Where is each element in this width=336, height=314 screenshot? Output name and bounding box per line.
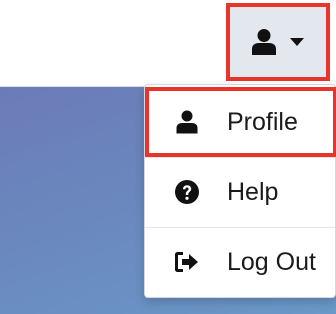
menu-item-label: Log Out xyxy=(227,247,316,276)
user-dropdown-menu: Profile Help Log Out xyxy=(144,84,336,298)
user-menu-toggle[interactable] xyxy=(226,3,330,81)
sign-out-icon xyxy=(173,250,201,274)
user-icon xyxy=(173,110,201,134)
menu-item-label: Help xyxy=(227,177,279,206)
menu-item-label: Profile xyxy=(227,107,298,136)
menu-item-logout[interactable]: Log Out xyxy=(145,227,336,297)
menu-item-help[interactable]: Help xyxy=(145,157,336,227)
question-circle-icon xyxy=(173,179,201,205)
user-icon xyxy=(251,28,277,56)
menu-item-profile[interactable]: Profile xyxy=(145,87,336,157)
caret-down-icon xyxy=(289,37,305,47)
